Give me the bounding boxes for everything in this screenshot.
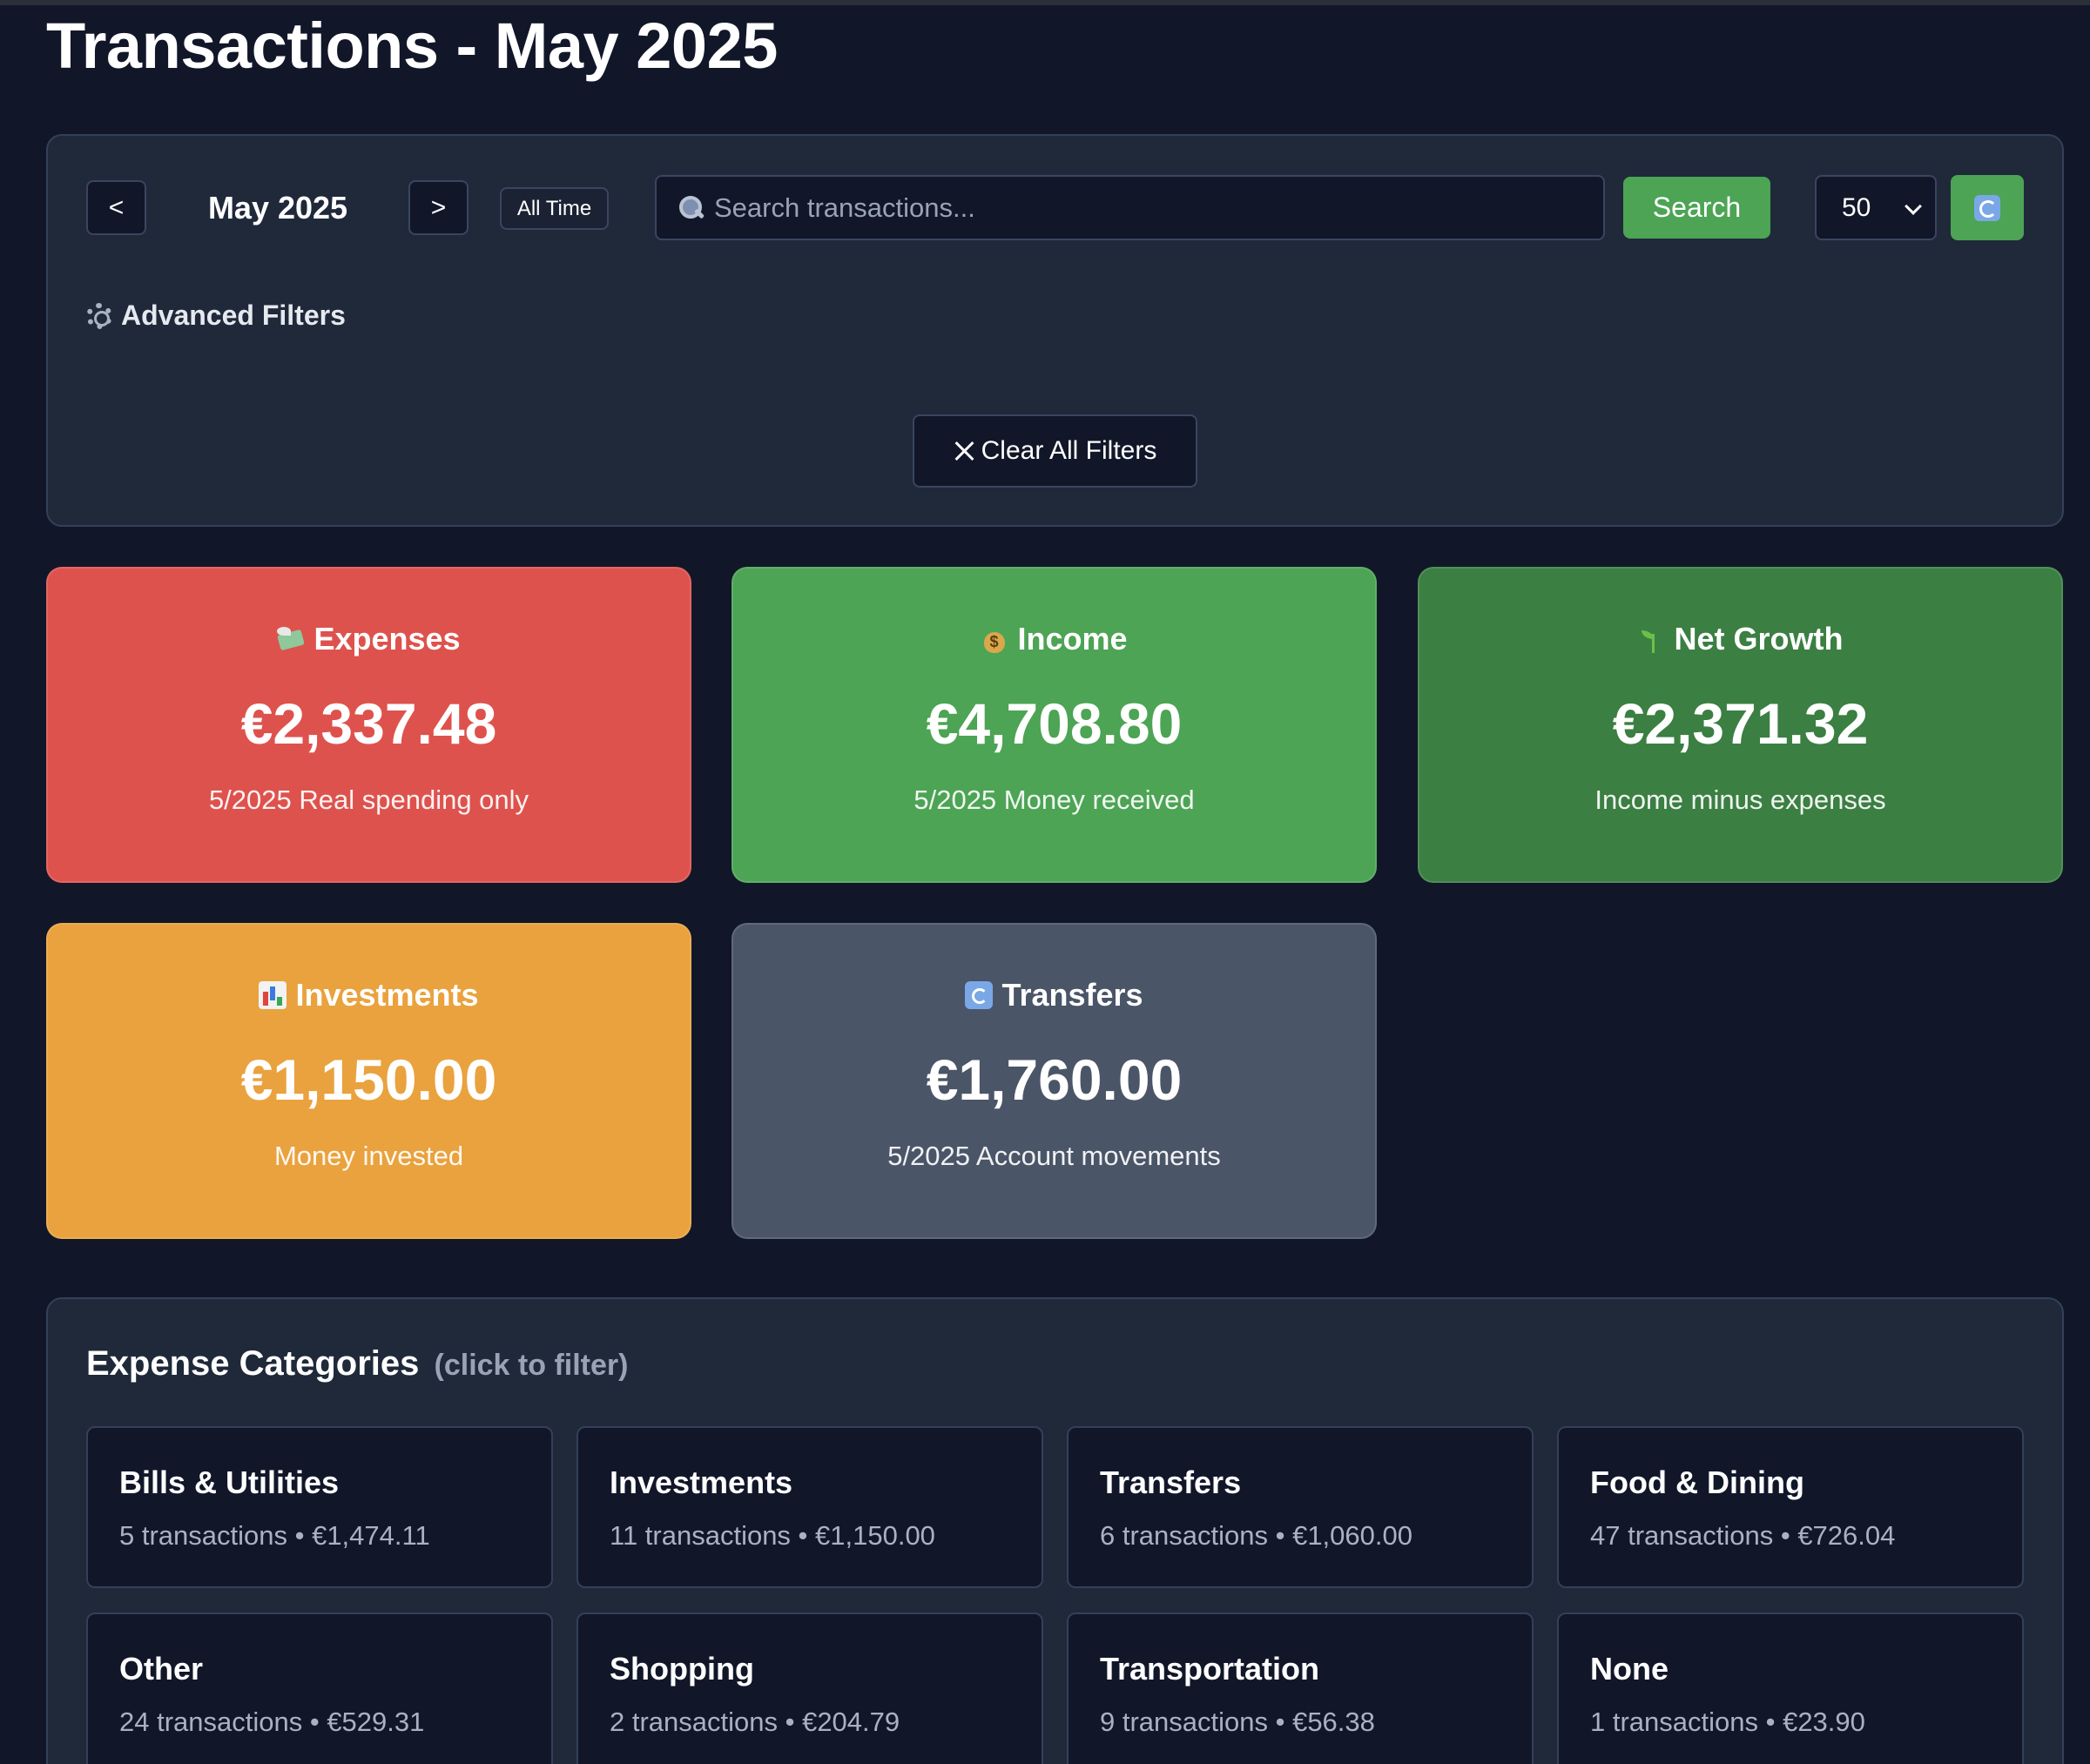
net-growth-card: Net Growth €2,371.32 Income minus expens…: [1418, 567, 2063, 883]
clear-all-filters-label: Clear All Filters: [981, 436, 1157, 465]
money-bag-icon: [981, 625, 1008, 653]
next-month-button[interactable]: >: [408, 180, 469, 235]
category-meta: 11 transactions • €1,150.00: [610, 1520, 935, 1551]
category-meta: 47 transactions • €726.04: [1590, 1520, 1896, 1551]
filter-panel: < May 2025 > All Time Search 50 Advanced…: [46, 134, 2064, 527]
page-size-select[interactable]: 50: [1815, 175, 1937, 240]
expenses-card: Expenses €2,337.48 5/2025 Real spending …: [46, 567, 691, 883]
expenses-value: €2,337.48: [240, 691, 497, 756]
search-button[interactable]: Search: [1623, 177, 1770, 239]
search-box: [655, 175, 1605, 240]
category-card[interactable]: Food & Dining 47 transactions • €726.04: [1557, 1426, 2024, 1588]
net-growth-title: Net Growth: [1674, 621, 1844, 656]
previous-month-button[interactable]: <: [86, 180, 146, 235]
category-card[interactable]: Investments 11 transactions • €1,150.00: [576, 1426, 1043, 1588]
category-name: Investments: [610, 1464, 793, 1500]
income-subtitle: 5/2025 Money received: [914, 784, 1195, 815]
card-title: Investments: [259, 977, 479, 1013]
category-card[interactable]: None 1 transactions • €23.90: [1557, 1613, 2024, 1764]
expense-categories-heading: Expense Categories (click to filter): [86, 1344, 628, 1384]
income-value: €4,708.80: [926, 691, 1183, 756]
category-meta: 2 transactions • €204.79: [610, 1707, 900, 1737]
category-meta: 5 transactions • €1,474.11: [119, 1520, 430, 1551]
card-title: Income: [981, 621, 1128, 657]
category-name: Transportation: [1100, 1651, 1320, 1687]
card-title: Expenses: [277, 621, 461, 657]
chevron-down-icon: [1905, 198, 1922, 215]
refresh-icon: [1974, 194, 2000, 221]
clear-all-filters-button[interactable]: Clear All Filters: [913, 414, 1197, 488]
transfer-arrows-icon: [965, 981, 994, 1009]
transfers-subtitle: 5/2025 Account movements: [887, 1141, 1221, 1171]
category-card[interactable]: Other 24 transactions • €529.31: [86, 1613, 553, 1764]
card-title: Transfers: [965, 977, 1143, 1013]
close-icon: [954, 441, 974, 461]
bar-chart-icon: [259, 981, 287, 1009]
net-growth-subtitle: Income minus expenses: [1594, 784, 1886, 815]
investments-title: Investments: [295, 977, 479, 1013]
category-meta: 24 transactions • €529.31: [119, 1707, 425, 1737]
current-month-label: May 2025: [207, 189, 348, 226]
expense-categories-hint: (click to filter): [434, 1349, 629, 1382]
category-meta: 9 transactions • €56.38: [1100, 1707, 1375, 1737]
investments-card: Investments €1,150.00 Money invested: [46, 923, 691, 1239]
search-input[interactable]: [714, 192, 1603, 224]
income-title: Income: [1017, 621, 1128, 656]
category-name: Shopping: [610, 1651, 754, 1687]
page-title: Transactions - May 2025: [46, 10, 778, 82]
category-meta: 6 transactions • €1,060.00: [1100, 1520, 1412, 1551]
category-grid: Bills & Utilities 5 transactions • €1,47…: [86, 1426, 2027, 1764]
category-card[interactable]: Shopping 2 transactions • €204.79: [576, 1613, 1043, 1764]
category-name: Food & Dining: [1590, 1464, 1804, 1500]
expense-categories-panel: Expense Categories (click to filter) Bil…: [46, 1297, 2064, 1764]
expense-categories-title: Expense Categories: [86, 1344, 420, 1383]
expenses-subtitle: 5/2025 Real spending only: [208, 784, 529, 815]
category-card[interactable]: Transfers 6 transactions • €1,060.00: [1067, 1426, 1534, 1588]
category-name: Other: [119, 1651, 204, 1687]
search-icon: [678, 194, 705, 222]
investments-value: €1,150.00: [240, 1047, 497, 1112]
window-top-border: [0, 0, 2090, 5]
transfers-card: Transfers €1,760.00 5/2025 Account movem…: [732, 923, 1377, 1239]
money-with-wings-icon: [277, 625, 305, 653]
advanced-filters-toggle[interactable]: Advanced Filters: [86, 300, 346, 332]
category-name: Bills & Utilities: [119, 1464, 340, 1500]
investments-subtitle: Money invested: [273, 1141, 464, 1171]
expenses-title: Expenses: [314, 621, 461, 656]
seedling-icon: [1638, 625, 1666, 653]
transfers-value: €1,760.00: [926, 1047, 1183, 1112]
refresh-button[interactable]: [1951, 175, 2024, 240]
advanced-filters-label: Advanced Filters: [121, 300, 346, 331]
category-meta: 1 transactions • €23.90: [1590, 1707, 1865, 1737]
category-name: None: [1590, 1651, 1669, 1687]
card-title: Net Growth: [1638, 621, 1844, 657]
income-card: Income €4,708.80 5/2025 Money received: [732, 567, 1377, 883]
transfers-title: Transfers: [1001, 977, 1143, 1013]
all-time-button[interactable]: All Time: [500, 187, 609, 230]
gear-icon: [86, 302, 112, 329]
net-growth-value: €2,371.32: [1612, 691, 1869, 756]
category-name: Transfers: [1100, 1464, 1242, 1500]
category-card[interactable]: Transportation 9 transactions • €56.38: [1067, 1613, 1534, 1764]
page-size-value: 50: [1842, 192, 1871, 222]
category-card[interactable]: Bills & Utilities 5 transactions • €1,47…: [86, 1426, 553, 1588]
